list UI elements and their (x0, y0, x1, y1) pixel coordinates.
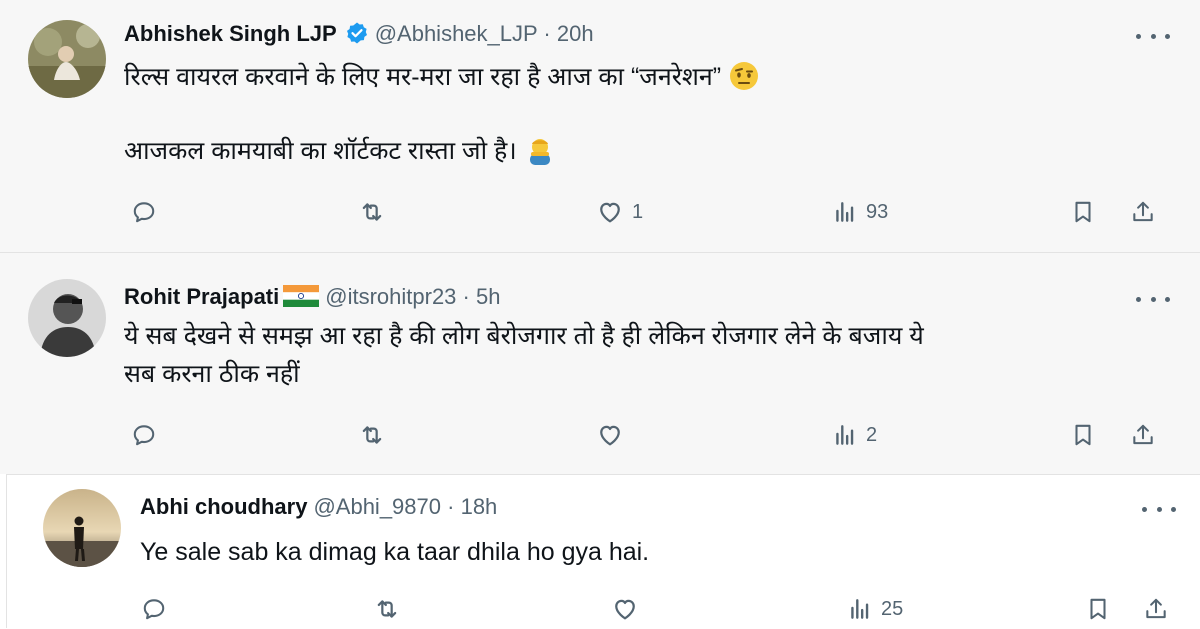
share-button[interactable] (1143, 589, 1169, 629)
handle[interactable]: @Abhi_9870 (313, 494, 441, 519)
tweet[interactable]: Rohit Prajapati @itsrohitpr23 · 5h ये सब … (0, 252, 1200, 474)
like-button[interactable] (611, 589, 647, 629)
tweet-text-line: आजकल कामयाबी का शॉर्टकट रास्ता जो है। (124, 137, 517, 165)
reply-button[interactable] (131, 415, 165, 455)
display-name[interactable]: Abhishek Singh LJP (124, 21, 337, 46)
views-icon (832, 422, 858, 448)
retweet-icon (358, 421, 386, 449)
views-button[interactable]: 25 (847, 589, 903, 629)
retweet-button[interactable] (373, 589, 409, 629)
timestamp[interactable]: 18h (461, 494, 498, 519)
bookmark-icon (1070, 199, 1096, 225)
bookmark-button[interactable] (1070, 192, 1096, 232)
like-button[interactable] (596, 415, 632, 455)
like-icon (596, 421, 624, 449)
tweet-header: Abhishek Singh LJP @Abhishek_LJP · 20h (124, 20, 594, 52)
like-icon (596, 198, 624, 226)
share-icon (1130, 199, 1156, 225)
more-icon[interactable] (1142, 497, 1176, 521)
view-count: 93 (866, 200, 889, 223)
avatar[interactable] (28, 20, 106, 98)
tweet-text-line: सब करना ठीक नहीं (124, 360, 300, 388)
display-name[interactable]: Abhi choudhary (140, 494, 307, 519)
share-icon (1143, 596, 1169, 622)
tweet-text: आजकल कामयाबी का शॉर्टकट रास्ता जो है। (124, 132, 555, 176)
retweet-icon (358, 198, 386, 226)
like-count: 1 (632, 200, 644, 223)
bookmark-icon (1085, 596, 1111, 622)
avatar[interactable] (43, 489, 121, 567)
bookmark-button[interactable] (1085, 589, 1111, 629)
reply-icon (141, 596, 167, 622)
tweet-actions: 2 (0, 415, 1200, 455)
view-count: 2 (866, 423, 878, 446)
reply-icon (131, 422, 157, 448)
tweet[interactable]: Abhishek Singh LJP @Abhishek_LJP · 20h रि… (0, 0, 1200, 252)
like-icon (611, 595, 639, 623)
like-button[interactable]: 1 (596, 192, 643, 232)
tweet-text-line: ये सब देखने से समझ आ रहा है की लोग बेरोज… (124, 322, 924, 350)
tweet[interactable]: Abhi choudhary @Abhi_9870 · 18h Ye sale s… (6, 474, 1200, 628)
share-button[interactable] (1130, 415, 1156, 455)
share-icon (1130, 422, 1156, 448)
views-icon (832, 199, 858, 225)
retweet-button[interactable] (358, 415, 394, 455)
tweet-header: Abhi choudhary @Abhi_9870 · 18h (140, 493, 497, 521)
reply-button[interactable] (131, 192, 165, 232)
face-with-raised-eyebrow-emoji-icon (729, 61, 759, 102)
timestamp[interactable]: 20h (557, 21, 594, 46)
verified-badge-icon (345, 21, 369, 52)
separator: · (462, 284, 470, 309)
tweet-actions: 25 (1, 589, 1200, 629)
more-icon[interactable] (1136, 287, 1170, 311)
tweet-text: रिल्स वायरल करवाने के लिए मर-मरा जा रहा … (124, 58, 759, 102)
india-flag-icon (283, 285, 320, 314)
views-button[interactable]: 93 (832, 192, 888, 232)
timestamp[interactable]: 5h (476, 284, 500, 309)
tweet-text-line: रिल्स वायरल करवाने के लिए मर-मरा जा रहा … (124, 63, 722, 91)
retweet-icon (373, 595, 401, 623)
reply-icon (131, 199, 157, 225)
views-icon (847, 596, 873, 622)
display-name[interactable]: Rohit Prajapati (124, 284, 279, 309)
tweet-text-line: Ye sale sab ka dimag ka taar dhila ho gy… (140, 538, 650, 566)
bookmark-icon (1070, 422, 1096, 448)
tweet-text: Ye sale sab ka dimag ka taar dhila ho gy… (140, 533, 649, 571)
share-button[interactable] (1130, 192, 1156, 232)
view-count: 25 (881, 597, 904, 620)
handle[interactable]: @Abhishek_LJP (375, 21, 538, 46)
tweet-text: ये सब देखने से समझ आ रहा है की लोग बेरोज… (124, 317, 924, 393)
separator: · (447, 494, 455, 519)
avatar[interactable] (28, 279, 106, 357)
reply-button[interactable] (141, 589, 175, 629)
tweet-header: Rohit Prajapati @itsrohitpr23 · 5h (124, 283, 500, 314)
views-button[interactable]: 2 (832, 415, 877, 455)
more-icon[interactable] (1136, 24, 1170, 48)
tweet-actions: 1 93 (0, 192, 1200, 232)
bookmark-button[interactable] (1070, 415, 1096, 455)
retweet-button[interactable] (358, 192, 394, 232)
separator: · (543, 21, 551, 46)
handle[interactable]: @itsrohitpr23 (325, 284, 456, 309)
person-facepalm-emoji-icon (525, 135, 555, 176)
